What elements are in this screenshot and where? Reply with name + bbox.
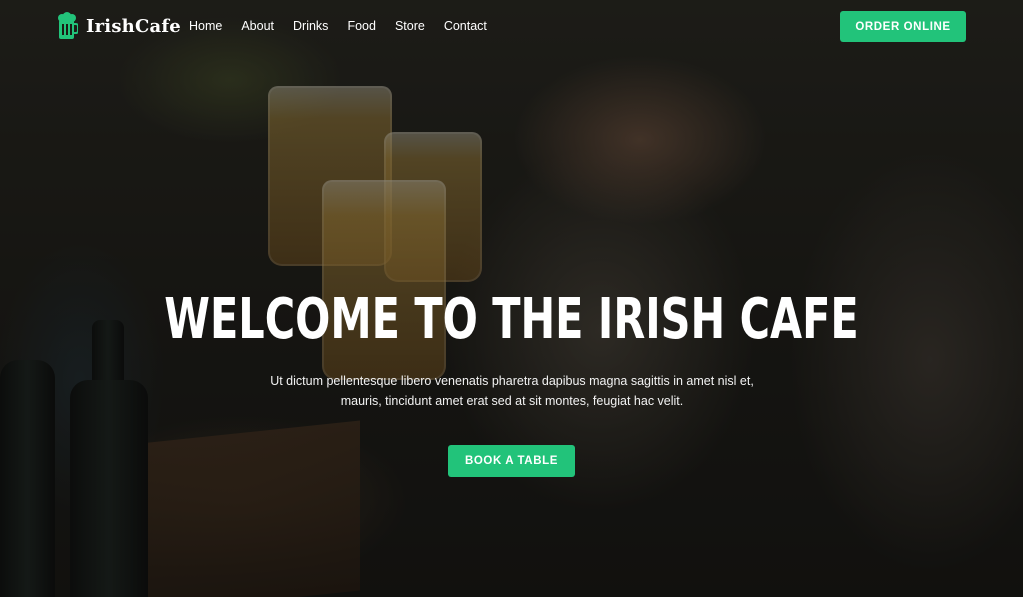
beer-mug-icon [56, 12, 79, 40]
hero-subtitle: Ut dictum pellentesque libero venenatis … [232, 371, 792, 411]
nav-link-food[interactable]: Food [347, 19, 376, 33]
nav-link-home[interactable]: Home [189, 19, 222, 33]
main-nav: Home About Drinks Food Store Contact [189, 19, 506, 33]
hero-subtitle-line-2: mauris, tincidunt amet erat sed at sit m… [340, 394, 684, 408]
order-online-button[interactable]: ORDER ONLINE [840, 11, 966, 42]
navbar: IrishCafe Home About Drinks Food Store C… [0, 0, 1023, 54]
nav-link-contact[interactable]: Contact [444, 19, 487, 33]
nav-link-about[interactable]: About [241, 19, 274, 33]
nav-link-drinks[interactable]: Drinks [293, 19, 328, 33]
nav-link-store[interactable]: Store [395, 19, 425, 33]
hero-subtitle-line-1: Ut dictum pellentesque libero venenatis … [270, 374, 754, 388]
hero-title: WELCOME TO THE IRISH CAFE [164, 287, 859, 352]
brand-logo[interactable]: IrishCafe [56, 12, 181, 40]
book-a-table-button[interactable]: BOOK A TABLE [448, 445, 575, 477]
brand-name: IrishCafe [86, 15, 181, 37]
